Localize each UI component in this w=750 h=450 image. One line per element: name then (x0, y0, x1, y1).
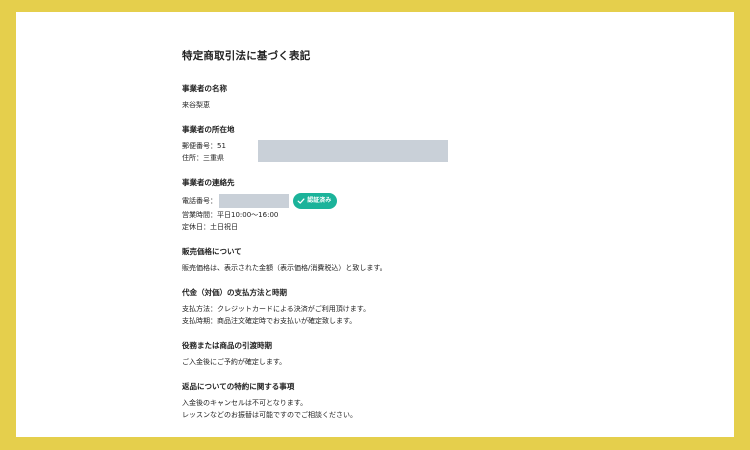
price-text: 販売価格は、表示された金額（表示価格/消費税込）と致します。 (182, 264, 387, 272)
section-contact: 事業者の連絡先 電話番号： 認証済み 営業時間：平日10:00〜16:00 定休… (182, 177, 602, 233)
legal-notice-content: 特定商取引法に基づく表記 事業者の名称 来谷梨恵 事業者の所在地 郵便番号：51… (182, 48, 602, 434)
check-icon (297, 198, 305, 204)
redacted-address (258, 140, 448, 162)
verified-badge-label: 認証済み (307, 197, 332, 204)
returns-line-1: 入金後のキャンセルは不可となります。 (182, 399, 308, 407)
section-title: 返品についての特約に関する事項 (182, 382, 295, 391)
section-title: 事業者の連絡先 (182, 178, 235, 187)
section-title: 販売価格について (182, 247, 242, 256)
section-delivery: 役務または商品の引渡時期 ご入金後にご予約が確定します。 (182, 340, 602, 368)
payment-timing: 支払時期：商品注文確定時でお支払いが確定致します。 (182, 317, 357, 325)
address-label: 住所：三重県 (182, 154, 224, 162)
section-address: 事業者の所在地 郵便番号：51 住所：三重県 (182, 124, 602, 164)
section-payment: 代金（対価）の支払方法と時期 支払方法：クレジットカードによる決済がご利用頂けま… (182, 287, 602, 327)
verified-badge: 認証済み (293, 193, 338, 209)
section-title: 役務または商品の引渡時期 (182, 341, 272, 350)
returns-line-2: レッスンなどのお振替は可能ですのでご相談ください。 (182, 411, 357, 419)
section-price: 販売価格について 販売価格は、表示された金額（表示価格/消費税込）と致します。 (182, 246, 602, 274)
holidays: 定休日：土日祝日 (182, 223, 238, 231)
address-line: 住所：三重県 (182, 140, 602, 164)
phone-label: 電話番号： (182, 197, 217, 205)
section-title: 事業者の名称 (182, 84, 227, 93)
phone-line: 電話番号： 認証済み (182, 193, 602, 209)
section-title: 事業者の所在地 (182, 125, 235, 134)
section-business-name: 事業者の名称 来谷梨恵 (182, 83, 602, 111)
business-name-value: 来谷梨恵 (182, 101, 210, 109)
redacted-phone (219, 194, 289, 208)
business-hours: 営業時間：平日10:00〜16:00 (182, 211, 279, 219)
delivery-text: ご入金後にご予約が確定します。 (182, 358, 287, 366)
page-frame: 特定商取引法に基づく表記 事業者の名称 来谷梨恵 事業者の所在地 郵便番号：51… (16, 12, 734, 437)
section-title: 代金（対価）の支払方法と時期 (182, 288, 287, 297)
payment-method: 支払方法：クレジットカードによる決済がご利用頂けます。 (182, 305, 371, 313)
postal-code-label: 郵便番号：51 (182, 142, 226, 150)
page-title: 特定商取引法に基づく表記 (182, 50, 311, 62)
section-returns: 返品についての特約に関する事項 入金後のキャンセルは不可となります。 レッスンな… (182, 381, 602, 421)
